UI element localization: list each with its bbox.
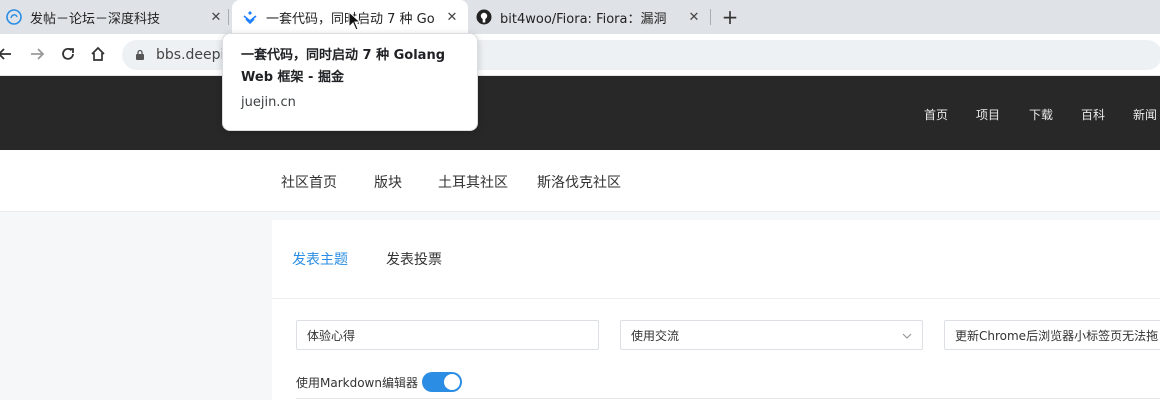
tags-input-value: 更新Chrome后浏览器小标签页无法拖 — [955, 328, 1159, 343]
topnav-news[interactable]: 新闻 — [1133, 106, 1157, 123]
category-select[interactable]: 使用交流 — [620, 320, 923, 350]
back-arrow-icon[interactable] — [0, 43, 16, 65]
browser-tab-github[interactable]: bit4woo/Fiora: Fiora：漏洞 ✕ — [476, 0, 708, 34]
topnav-projects[interactable]: 项目 — [976, 106, 1000, 123]
browser-tab-strip: 发帖－论坛－深度科技 ✕ 一套代码，同时启动 7 种 Go ✕ bit4woo/… — [0, 0, 1160, 34]
reload-icon[interactable] — [57, 43, 79, 65]
tab-separator — [228, 9, 229, 25]
markdown-label: 使用Markdown编辑器 — [296, 375, 418, 390]
browser-tab-deepin-forum[interactable]: 发帖－论坛－深度科技 ✕ — [6, 0, 226, 34]
divider — [272, 298, 1160, 299]
tab-hover-card: 一套代码，同时启动 7 种 Golang Web 框架 - 掘金 juejin.… — [222, 33, 478, 131]
juejin-logo-icon — [242, 9, 258, 25]
markdown-toggle[interactable] — [421, 372, 462, 392]
hover-card-title: 一套代码，同时启动 7 种 Golang Web 框架 - 掘金 — [241, 48, 446, 85]
compose-panel: 发表主题 发表投票 体验心得 使用交流 更新Chrome后浏览器小标签页无法拖 … — [272, 220, 1160, 400]
github-icon — [476, 9, 492, 25]
site-header: 首页 项目 下载 百科 新闻 — [0, 76, 1160, 150]
forward-arrow-icon[interactable] — [26, 43, 48, 65]
subnav-slovak-community[interactable]: 斯洛伐克社区 — [537, 172, 621, 192]
chevron-down-icon — [902, 329, 912, 342]
topnav-wiki[interactable]: 百科 — [1081, 106, 1105, 123]
tab-title: bit4woo/Fiora: Fiora：漏洞 — [500, 11, 667, 27]
tags-input[interactable]: 更新Chrome后浏览器小标签页无法拖 — [944, 320, 1160, 350]
new-tab-button[interactable]: + — [718, 5, 742, 29]
subnav-community-home[interactable]: 社区首页 — [281, 172, 337, 192]
close-icon[interactable]: ✕ — [442, 7, 462, 27]
hover-card-domain: juejin.cn — [241, 95, 296, 110]
subnav-turkish-community[interactable]: 土耳其社区 — [438, 172, 508, 192]
tab-title: 发帖－论坛－深度科技 — [30, 11, 161, 27]
address-text: bbs.deepi — [156, 47, 225, 63]
title-input-value: 体验心得 — [307, 328, 356, 343]
topnav-download[interactable]: 下载 — [1029, 106, 1053, 123]
topnav-home[interactable]: 首页 — [924, 106, 948, 123]
mouse-cursor-icon — [348, 10, 362, 31]
home-icon[interactable] — [87, 43, 109, 65]
title-input[interactable]: 体验心得 — [296, 320, 599, 350]
tab-post-topic[interactable]: 发表主题 — [292, 249, 348, 269]
tab-post-poll[interactable]: 发表投票 — [386, 249, 442, 269]
close-icon[interactable]: ✕ — [206, 7, 226, 27]
close-icon[interactable]: ✕ — [684, 7, 704, 27]
lock-icon — [134, 49, 146, 61]
toggle-knob — [443, 374, 460, 390]
forum-subnav: 社区首页 版块 土耳其社区 斯洛伐克社区 — [0, 150, 1160, 212]
category-select-value: 使用交流 — [631, 328, 680, 343]
editor-top-border — [296, 398, 1160, 399]
browser-toolbar: bbs.deepi — [0, 34, 1160, 76]
subnav-boards[interactable]: 版块 — [374, 172, 402, 192]
deepin-logo-icon — [6, 9, 22, 25]
markdown-toggle-row: 使用Markdown编辑器 — [296, 372, 462, 392]
tab-separator — [710, 9, 711, 25]
